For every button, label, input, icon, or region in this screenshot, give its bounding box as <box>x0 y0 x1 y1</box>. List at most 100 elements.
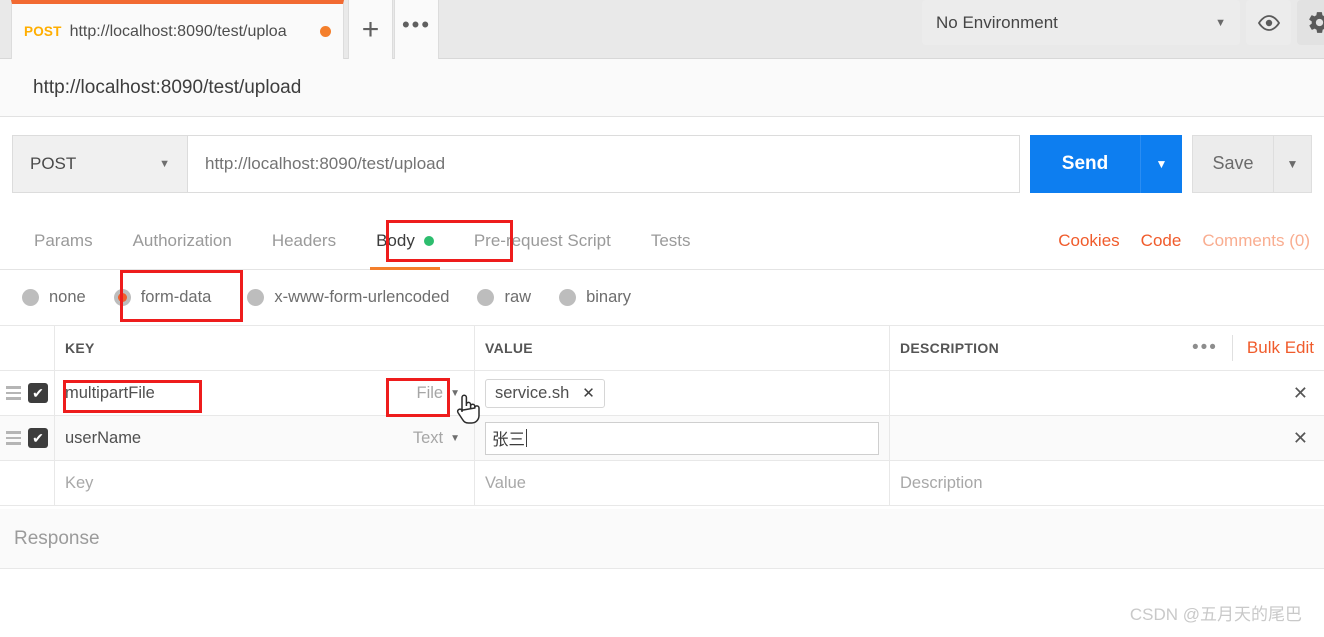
empty-row-description-placeholder: Description <box>900 474 983 493</box>
environment-selector[interactable]: No Environment ▼ <box>922 0 1240 45</box>
cookies-link[interactable]: Cookies <box>1058 231 1119 251</box>
http-method-label: POST <box>30 154 76 174</box>
empty-row-value-placeholder: Value <box>485 474 526 493</box>
form-data-table: KEY VALUE DESCRIPTION ••• Bulk Edit ✔ mu… <box>0 326 1324 506</box>
empty-row-handle-cell <box>0 461 55 505</box>
delete-row-icon[interactable]: ✕ <box>1293 428 1314 449</box>
table-row-empty: Key Value Description <box>0 461 1324 506</box>
tab-tests-label: Tests <box>651 231 691 251</box>
request-title-row: http://localhost:8090/test/upload <box>0 59 1324 117</box>
tab-options-button[interactable]: ••• <box>394 0 439 59</box>
radio-icon <box>247 289 264 306</box>
comments-link[interactable]: Comments (0) <box>1202 231 1310 251</box>
table-row: ✔ multipartFile File ▼ service.sh ✕ ✕ <box>0 371 1324 416</box>
http-method-select[interactable]: POST ▼ <box>12 135 187 193</box>
body-type-binary[interactable]: binary <box>559 288 631 307</box>
row-description-cell[interactable]: ✕ <box>890 416 1324 460</box>
row-key-value: userName <box>65 429 141 448</box>
tab-headers[interactable]: Headers <box>252 213 356 270</box>
body-type-none[interactable]: none <box>22 288 86 307</box>
body-type-raw-label: raw <box>504 288 531 307</box>
send-options-button[interactable]: ▼ <box>1140 135 1182 193</box>
radio-icon <box>477 289 494 306</box>
chevron-down-icon: ▼ <box>1156 157 1168 171</box>
tab-body[interactable]: Body <box>356 213 454 270</box>
tab-params-label: Params <box>34 231 93 251</box>
table-header-key-cell: KEY <box>55 326 475 370</box>
save-button[interactable]: Save <box>1192 135 1274 193</box>
row-value-cell[interactable]: service.sh ✕ <box>475 371 890 415</box>
send-button[interactable]: Send <box>1030 135 1140 193</box>
body-type-urlencoded[interactable]: x-www-form-urlencoded <box>247 288 449 307</box>
row-handle-cell: ✔ <box>0 371 55 415</box>
request-tab[interactable]: POST http://localhost:8090/test/uploa <box>11 0 344 59</box>
body-type-raw[interactable]: raw <box>477 288 531 307</box>
body-type-form-data[interactable]: form-data <box>114 288 212 307</box>
table-header-description-cell: DESCRIPTION ••• Bulk Edit <box>890 326 1324 370</box>
body-type-urlencoded-label: x-www-form-urlencoded <box>274 288 449 307</box>
ellipsis-icon: ••• <box>402 12 431 38</box>
row-key-value: multipartFile <box>65 384 155 403</box>
new-tab-button[interactable]: + <box>348 0 393 59</box>
plus-icon: + <box>362 15 380 45</box>
row-value-input[interactable]: 张三 <box>485 422 879 455</box>
row-type-label: Text <box>413 429 443 448</box>
row-type-select[interactable]: File ▼ <box>417 384 465 403</box>
bulk-edit-link[interactable]: Bulk Edit <box>1247 338 1314 358</box>
table-options-button[interactable]: ••• <box>1192 337 1218 359</box>
tab-tests[interactable]: Tests <box>631 213 711 270</box>
settings-button[interactable] <box>1297 0 1324 45</box>
chevron-down-icon: ▼ <box>1215 17 1226 29</box>
tab-pre-request-script-label: Pre-request Script <box>474 231 611 251</box>
body-type-none-label: none <box>49 288 86 307</box>
environment-selected-label: No Environment <box>936 13 1058 33</box>
table-header-handle-cell <box>0 326 55 370</box>
body-active-dot-icon <box>424 236 434 246</box>
table-header-row: KEY VALUE DESCRIPTION ••• Bulk Edit <box>0 326 1324 371</box>
empty-row-description-cell[interactable]: Description <box>890 461 1324 505</box>
url-input[interactable]: http://localhost:8090/test/upload <box>187 135 1020 193</box>
url-bar: POST ▼ http://localhost:8090/test/upload… <box>0 117 1324 210</box>
remove-file-icon[interactable]: ✕ <box>582 384 595 402</box>
empty-row-key-cell[interactable]: Key <box>55 461 475 505</box>
request-subtabs: Params Authorization Headers Body Pre-re… <box>0 213 1324 270</box>
selected-file-name: service.sh <box>495 384 569 403</box>
radio-icon <box>22 289 39 306</box>
body-type-binary-label: binary <box>586 288 631 307</box>
tab-authorization[interactable]: Authorization <box>113 213 252 270</box>
row-key-cell[interactable]: multipartFile File ▼ <box>55 371 475 415</box>
table-row: ✔ userName Text ▼ 张三 ✕ <box>0 416 1324 461</box>
row-key-cell[interactable]: userName Text ▼ <box>55 416 475 460</box>
tab-strip: POST http://localhost:8090/test/uploa + … <box>0 0 1324 59</box>
response-body-pane <box>0 569 1324 637</box>
tab-pre-request-script[interactable]: Pre-request Script <box>454 213 631 270</box>
drag-handle-icon[interactable] <box>6 386 21 400</box>
delete-row-icon[interactable]: ✕ <box>1293 383 1314 404</box>
body-type-form-data-label: form-data <box>141 288 212 307</box>
tab-params[interactable]: Params <box>14 213 113 270</box>
chevron-down-icon: ▼ <box>450 388 460 399</box>
radio-icon <box>559 289 576 306</box>
page-title: http://localhost:8090/test/upload <box>33 77 301 99</box>
row-description-cell[interactable]: ✕ <box>890 371 1324 415</box>
selected-file-chip[interactable]: service.sh ✕ <box>485 379 605 408</box>
chevron-down-icon: ▼ <box>159 158 170 170</box>
row-value-cell[interactable]: 张三 <box>475 416 890 460</box>
url-input-value: http://localhost:8090/test/upload <box>205 154 445 174</box>
column-header-description: DESCRIPTION <box>900 340 999 356</box>
row-type-select[interactable]: Text ▼ <box>413 429 464 448</box>
column-header-value: VALUE <box>485 340 533 356</box>
environment-quick-look-button[interactable] <box>1246 0 1291 45</box>
row-enabled-checkbox[interactable]: ✔ <box>28 383 48 403</box>
empty-row-value-cell[interactable]: Value <box>475 461 890 505</box>
save-options-button[interactable]: ▼ <box>1274 135 1312 193</box>
radio-selected-icon <box>114 289 131 306</box>
table-header-value-cell: VALUE <box>475 326 890 370</box>
row-enabled-checkbox[interactable]: ✔ <box>28 428 48 448</box>
row-handle-cell: ✔ <box>0 416 55 460</box>
code-link[interactable]: Code <box>1141 231 1182 251</box>
drag-handle-icon[interactable] <box>6 431 21 445</box>
chevron-down-icon: ▼ <box>450 433 460 444</box>
save-label: Save <box>1212 153 1253 174</box>
postman-window: POST http://localhost:8090/test/uploa + … <box>0 0 1324 637</box>
